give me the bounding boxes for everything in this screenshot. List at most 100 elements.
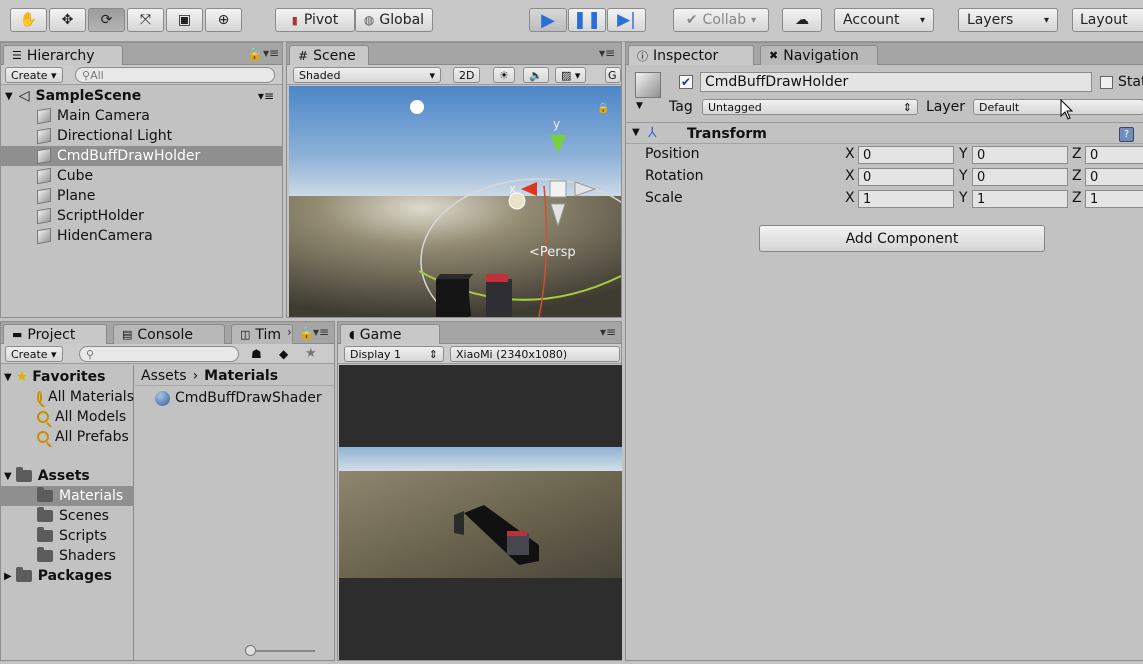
shading-dropdown[interactable]: Shaded ▾ (293, 67, 441, 83)
asset-folder-label: Scenes (59, 508, 109, 524)
object-name-field[interactable]: CmdBuffDrawHolder (700, 72, 1092, 92)
panel-menu-icon[interactable]: ▾≡ (258, 89, 274, 103)
rotate-tool-button[interactable]: ⟳ (88, 8, 125, 32)
display-dropdown[interactable]: Display 1 ⇕ (344, 346, 444, 362)
persp-label[interactable]: <Persp (529, 245, 576, 260)
pacman-icon: ◖ (349, 328, 355, 341)
favorite-item[interactable]: All Prefabs (1, 427, 134, 447)
effects-dropdown[interactable]: ▨ ▾ (555, 67, 587, 83)
tag-dropdown[interactable]: Untagged ⇕ (702, 99, 918, 115)
create-button[interactable]: Create ▾ (5, 67, 63, 83)
tab-scroll-right-icon[interactable]: › (287, 325, 292, 339)
move-tool-button[interactable]: ✥ (49, 8, 86, 32)
gameobject-icon[interactable] (635, 72, 661, 98)
assets-root[interactable]: ▼ Assets (1, 466, 134, 486)
favorite-item[interactable]: All Models (1, 407, 134, 427)
scene-root[interactable]: ▼ ◁ SampleScene ▾≡ (1, 86, 282, 106)
pause-button[interactable]: ❚❚ (568, 8, 606, 32)
lock-icon[interactable]: 🔒 (247, 47, 262, 61)
tab-inspector[interactable]: ⓘ Inspector (628, 45, 754, 65)
transform-z-field[interactable]: 0 (1085, 168, 1143, 186)
packages-root[interactable]: ▶ Packages (1, 566, 134, 586)
account-dropdown[interactable]: Account ▾ (834, 8, 934, 32)
tab-project[interactable]: ▬ Project (3, 324, 107, 344)
asset-folder-item[interactable]: Materials (1, 486, 134, 506)
layer-dropdown[interactable]: Default (973, 99, 1143, 115)
asset-folder-item[interactable]: Shaders (1, 546, 134, 566)
active-checkbox[interactable]: ✔ (679, 75, 693, 89)
check-circle-icon: ✔ (685, 12, 698, 28)
hierarchy-item[interactable]: Directional Light (1, 126, 282, 146)
cloud-button[interactable]: ☁ (782, 8, 822, 32)
create-button[interactable]: Create ▾ (5, 346, 63, 362)
play-button[interactable]: ▶ (529, 8, 567, 32)
rect-tool-button[interactable]: ▣ (166, 8, 203, 32)
lock-icon[interactable]: 🔒 (299, 326, 314, 340)
hierarchy-item[interactable]: CmdBuffDrawHolder (1, 146, 282, 166)
search-input[interactable]: ⚲ All (75, 67, 275, 83)
triangle-down-icon: ▼ (4, 371, 12, 383)
tab-hierarchy[interactable]: ☰ Hierarchy (3, 45, 123, 65)
search-input[interactable]: ⚲ (79, 346, 239, 362)
transform-y-field[interactable]: 0 (972, 168, 1068, 186)
help-book-icon[interactable]: ? (1119, 127, 1134, 142)
global-toggle[interactable]: ◍ Global (355, 8, 433, 32)
display-label: Display 1 (350, 347, 402, 361)
audio-toggle[interactable]: 🔈 (523, 67, 549, 83)
tab-game[interactable]: ◖ Game (340, 324, 440, 344)
gizmos-dropdown[interactable]: G (605, 67, 621, 83)
transform-header[interactable]: ▼ ⅄ Transform ? (626, 124, 1143, 144)
add-component-button[interactable]: Add Component (759, 225, 1045, 252)
game-viewport[interactable] (339, 365, 622, 660)
transform-tool-button[interactable]: ⊕ (205, 8, 242, 32)
transform-z-field[interactable]: 1 (1085, 190, 1143, 208)
hierarchy-item[interactable]: Plane (1, 186, 282, 206)
scale-tool-button[interactable]: ⤧ (127, 8, 164, 32)
hierarchy-item[interactable]: Cube (1, 166, 282, 186)
tab-console[interactable]: ▤ Console (113, 324, 225, 344)
asset-folder-item[interactable]: Scripts (1, 526, 134, 546)
hierarchy-item[interactable]: HidenCamera (1, 226, 282, 246)
breadcrumb-materials[interactable]: Materials (204, 368, 278, 384)
search-placeholder: All (90, 68, 104, 82)
transform-z-field[interactable]: 0 (1085, 146, 1143, 164)
favorite-item[interactable]: All Materials (1, 387, 134, 407)
star-icon[interactable]: ★ (305, 346, 317, 361)
hand-tool-button[interactable]: ✋ (10, 8, 47, 32)
scene-viewport[interactable]: y x <Persp 🔒 (289, 86, 621, 317)
layout-dropdown[interactable]: Layout (1072, 8, 1143, 32)
lighting-toggle[interactable]: ☀ (493, 67, 515, 83)
tab-scene[interactable]: # Scene (289, 45, 369, 65)
static-checkbox[interactable] (1100, 76, 1113, 89)
transform-x-field[interactable]: 0 (858, 146, 954, 164)
tab-label: Tim (255, 326, 282, 343)
breadcrumb-assets[interactable]: Assets (141, 368, 187, 384)
collab-dropdown[interactable]: ✔ Collab ▾ (673, 8, 769, 32)
panel-menu-icon[interactable]: ▾≡ (600, 325, 616, 339)
panel-menu-icon[interactable]: ▾≡ (313, 325, 329, 339)
search-magnifier-icon (37, 411, 49, 423)
search-by-type-icon[interactable]: ☗ (251, 347, 262, 361)
transform-y-field[interactable]: 1 (972, 190, 1068, 208)
resolution-dropdown[interactable]: XiaoMi (2340x1080) (450, 346, 620, 362)
lock-icon[interactable]: 🔒 (597, 102, 609, 114)
step-button[interactable]: ▶| (607, 8, 646, 32)
transform-x-field[interactable]: 0 (858, 168, 954, 186)
tab-timeline[interactable]: ◫ Tim (231, 324, 293, 344)
tab-navigation[interactable]: ✖ Navigation (760, 45, 878, 65)
chevron-down-icon[interactable]: ▼ (636, 101, 643, 111)
transform-x-field[interactable]: 1 (858, 190, 954, 208)
search-by-label-icon[interactable]: ◆ (279, 347, 288, 361)
transform-y-field[interactable]: 0 (972, 146, 1068, 164)
favorites-root[interactable]: ▼ ★ Favorites (1, 367, 134, 387)
asset-folder-item[interactable]: Scenes (1, 506, 134, 526)
hierarchy-item[interactable]: ScriptHolder (1, 206, 282, 226)
pivot-toggle[interactable]: ▮ Pivot (275, 8, 355, 32)
zoom-slider-handle[interactable] (245, 645, 256, 656)
2d-toggle[interactable]: 2D (453, 67, 481, 83)
panel-menu-icon[interactable]: ▾≡ (263, 46, 279, 60)
panel-menu-icon[interactable]: ▾≡ (599, 46, 615, 60)
asset-item[interactable]: CmdBuffDrawShader (155, 388, 322, 408)
hierarchy-item[interactable]: Main Camera (1, 106, 282, 126)
layers-dropdown[interactable]: Layers ▾ (958, 8, 1058, 32)
